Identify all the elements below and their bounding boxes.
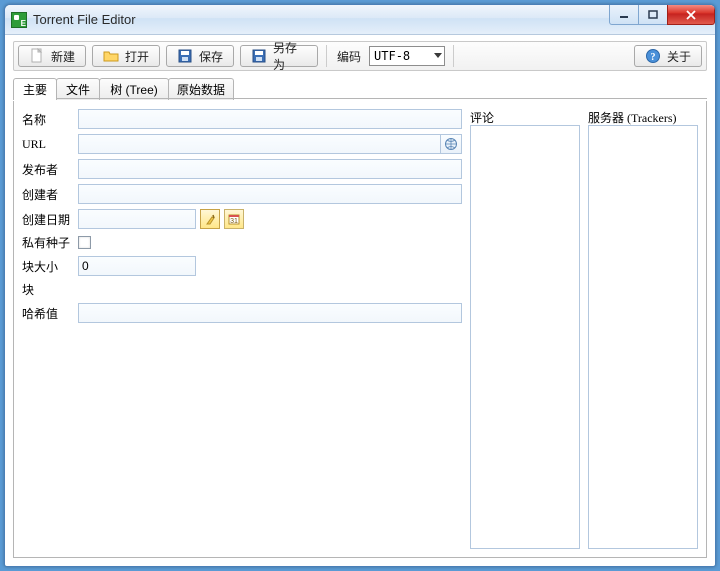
tab-files[interactable]: 文件: [56, 78, 100, 100]
private-checkbox[interactable]: [78, 236, 91, 249]
comments-list[interactable]: [470, 125, 580, 549]
comments-block: 评论: [470, 109, 580, 549]
encoding-label: 编码: [337, 48, 361, 65]
tab-raw[interactable]: 原始数据: [168, 78, 234, 100]
private-label: 私有种子: [22, 234, 78, 251]
comments-label: 评论: [470, 109, 580, 125]
close-button[interactable]: [667, 5, 715, 25]
save-as-icon: [251, 48, 267, 64]
minimize-button[interactable]: [609, 5, 639, 25]
hash-label: 哈希值: [22, 305, 78, 322]
save-icon: [177, 48, 193, 64]
window-controls: [610, 5, 715, 25]
toolbar: 新建 打开 保存 另存为 编码: [13, 41, 707, 71]
trackers-label: 服务器 (Trackers): [588, 109, 698, 125]
about-button[interactable]: ? 关于: [634, 45, 702, 67]
publisher-input[interactable]: [78, 159, 462, 179]
piecesize-input[interactable]: [78, 256, 196, 276]
app-window: Torrent File Editor 新建: [4, 4, 716, 567]
url-label: URL: [22, 137, 78, 152]
save-as-label: 另存为: [273, 39, 307, 73]
open-label: 打开: [125, 48, 149, 65]
client-area: 新建 打开 保存 另存为 编码: [13, 41, 707, 558]
date-input[interactable]: [78, 209, 196, 229]
save-label: 保存: [199, 48, 223, 65]
globe-icon: [444, 137, 458, 151]
url-input[interactable]: [78, 134, 440, 154]
date-clear-button[interactable]: [200, 209, 220, 229]
svg-text:31: 31: [230, 218, 238, 225]
minimize-icon: [619, 10, 629, 20]
pieces-label: 块: [22, 281, 78, 298]
date-label: 创建日期: [22, 211, 78, 228]
form-area: 名称 URL 发布者: [22, 109, 462, 549]
about-label: 关于: [667, 48, 691, 65]
main-pane: 名称 URL 发布者: [13, 101, 707, 558]
separator: [453, 45, 454, 67]
title-bar[interactable]: Torrent File Editor: [5, 5, 715, 35]
calendar-icon: 31: [228, 213, 240, 225]
help-icon: ?: [645, 48, 661, 64]
name-input[interactable]: [78, 109, 462, 129]
name-label: 名称: [22, 111, 78, 128]
chevron-down-icon: [434, 53, 442, 59]
broom-icon: [204, 213, 216, 225]
svg-text:?: ?: [650, 52, 655, 63]
app-icon: [11, 12, 27, 28]
publisher-label: 发布者: [22, 161, 78, 178]
new-button[interactable]: 新建: [18, 45, 86, 67]
encoding-select[interactable]: UTF-8: [369, 46, 445, 66]
tab-main[interactable]: 主要: [13, 78, 57, 100]
side-columns: 评论 服务器 (Trackers): [470, 109, 698, 549]
url-browse-button[interactable]: [440, 134, 462, 154]
separator: [326, 45, 327, 67]
save-button[interactable]: 保存: [166, 45, 234, 67]
open-button[interactable]: 打开: [92, 45, 160, 67]
trackers-block: 服务器 (Trackers): [588, 109, 698, 549]
piecesize-label: 块大小: [22, 258, 78, 275]
folder-open-icon: [103, 48, 119, 64]
encoding-value: UTF-8: [374, 49, 410, 63]
maximize-icon: [648, 10, 658, 20]
tab-bar: 主要 文件 树 (Tree) 原始数据: [13, 77, 707, 99]
new-label: 新建: [51, 48, 75, 65]
hash-input[interactable]: [78, 303, 462, 323]
trackers-list[interactable]: [588, 125, 698, 549]
save-as-button[interactable]: 另存为: [240, 45, 318, 67]
window-title: Torrent File Editor: [33, 12, 136, 27]
file-new-icon: [29, 48, 45, 64]
creator-label: 创建者: [22, 186, 78, 203]
creator-input[interactable]: [78, 184, 462, 204]
date-pick-button[interactable]: 31: [224, 209, 244, 229]
close-icon: [685, 10, 697, 20]
tab-tree[interactable]: 树 (Tree): [99, 78, 169, 100]
maximize-button[interactable]: [638, 5, 668, 25]
